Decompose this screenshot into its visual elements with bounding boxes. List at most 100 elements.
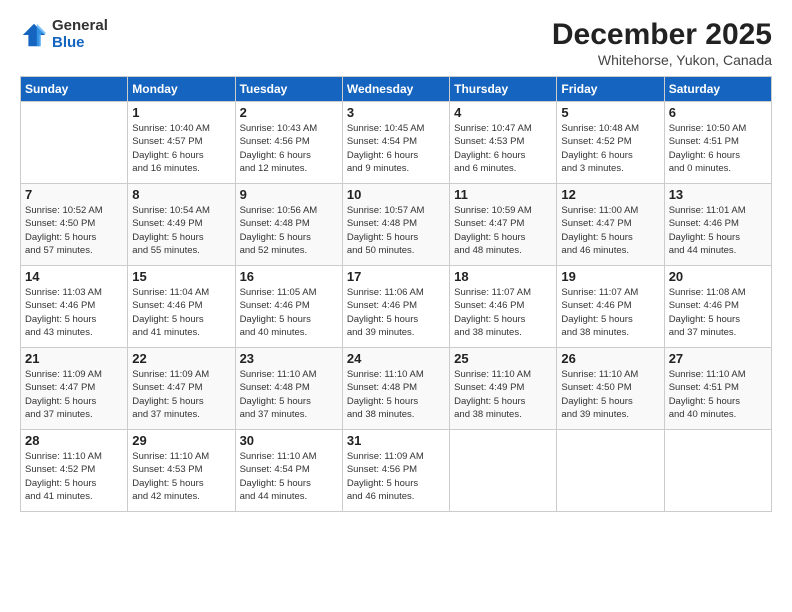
day-number: 18 [454,269,552,284]
day-info: Sunrise: 11:00 AMSunset: 4:47 PMDaylight… [561,204,659,257]
calendar-cell: 18 Sunrise: 11:07 AMSunset: 4:46 PMDaylig… [450,266,557,348]
day-info: Sunrise: 10:59 AMSunset: 4:47 PMDaylight… [454,204,552,257]
location: Whitehorse, Yukon, Canada [552,52,772,68]
day-number: 9 [240,187,338,202]
calendar-cell [557,430,664,512]
calendar-cell: 31 Sunrise: 11:09 AMSunset: 4:56 PMDaylig… [342,430,449,512]
calendar-week-2: 7 Sunrise: 10:52 AMSunset: 4:50 PMDayligh… [21,184,772,266]
calendar-cell: 20Sunrise: 11:08 AMSunset: 4:46 PMDaylig… [664,266,771,348]
day-number: 28 [25,433,123,448]
day-info: Sunrise: 11:09 AMSunset: 4:56 PMDaylight… [347,450,445,503]
day-info: Sunrise: 10:47 AMSunset: 4:53 PMDaylight… [454,122,552,175]
header-row: Sunday Monday Tuesday Wednesday Thursday… [21,77,772,102]
calendar-cell: 1 Sunrise: 10:40 AMSunset: 4:57 PMDayligh… [128,102,235,184]
calendar-cell [450,430,557,512]
logo-blue: Blue [52,34,85,51]
logo-general: General [52,17,108,34]
day-info: Sunrise: 11:10 AMSunset: 4:52 PMDaylight… [25,450,123,503]
day-info: Sunrise: 11:05 AMSunset: 4:46 PMDaylight… [240,286,338,339]
day-number: 7 [25,187,123,202]
day-info: Sunrise: 10:45 AMSunset: 4:54 PMDaylight… [347,122,445,175]
day-number: 30 [240,433,338,448]
day-number: 3 [347,105,445,120]
calendar-cell: 4 Sunrise: 10:47 AMSunset: 4:53 PMDayligh… [450,102,557,184]
col-tuesday: Tuesday [235,77,342,102]
day-info: Sunrise: 11:10 AMSunset: 4:53 PMDaylight… [132,450,230,503]
calendar-cell: 25 Sunrise: 11:10 AMSunset: 4:49 PMDaylig… [450,348,557,430]
logo-text: General Blue [52,18,108,51]
day-number: 11 [454,187,552,202]
calendar-cell: 14Sunrise: 11:03 AMSunset: 4:46 PMDaylig… [21,266,128,348]
day-info: Sunrise: 10:48 AMSunset: 4:52 PMDaylight… [561,122,659,175]
day-info: Sunrise: 10:57 AMSunset: 4:48 PMDaylight… [347,204,445,257]
day-info: Sunrise: 10:40 AMSunset: 4:57 PMDaylight… [132,122,230,175]
day-number: 5 [561,105,659,120]
calendar-cell: 9 Sunrise: 10:56 AMSunset: 4:48 PMDayligh… [235,184,342,266]
col-saturday: Saturday [664,77,771,102]
calendar-cell: 10 Sunrise: 10:57 AMSunset: 4:48 PMDaylig… [342,184,449,266]
day-number: 1 [132,105,230,120]
day-info: Sunrise: 11:07 AMSunset: 4:46 PMDaylight… [561,286,659,339]
day-info: Sunrise: 11:10 AMSunset: 4:50 PMDaylight… [561,368,659,421]
calendar-cell: 6 Sunrise: 10:50 AMSunset: 4:51 PMDayligh… [664,102,771,184]
day-number: 13 [669,187,767,202]
day-number: 6 [669,105,767,120]
calendar-cell: 7 Sunrise: 10:52 AMSunset: 4:50 PMDayligh… [21,184,128,266]
day-number: 10 [347,187,445,202]
calendar-cell: 15 Sunrise: 11:04 AMSunset: 4:46 PMDaylig… [128,266,235,348]
calendar-cell: 3 Sunrise: 10:45 AMSunset: 4:54 PMDayligh… [342,102,449,184]
col-sunday: Sunday [21,77,128,102]
calendar-cell: 16 Sunrise: 11:05 AMSunset: 4:46 PMDaylig… [235,266,342,348]
day-number: 25 [454,351,552,366]
day-info: Sunrise: 11:10 AMSunset: 4:49 PMDaylight… [454,368,552,421]
calendar-cell: 21Sunrise: 11:09 AMSunset: 4:47 PMDaylig… [21,348,128,430]
day-info: Sunrise: 11:04 AMSunset: 4:46 PMDaylight… [132,286,230,339]
day-number: 27 [669,351,767,366]
day-number: 26 [561,351,659,366]
day-number: 22 [132,351,230,366]
day-info: Sunrise: 10:56 AMSunset: 4:48 PMDaylight… [240,204,338,257]
day-number: 19 [561,269,659,284]
day-info: Sunrise: 11:09 AMSunset: 4:47 PMDaylight… [132,368,230,421]
day-number: 4 [454,105,552,120]
day-number: 31 [347,433,445,448]
col-wednesday: Wednesday [342,77,449,102]
calendar-cell: 28 Sunrise: 11:10 AMSunset: 4:52 PMDaylig… [21,430,128,512]
calendar-cell: 22 Sunrise: 11:09 AMSunset: 4:47 PMDaylig… [128,348,235,430]
day-info: Sunrise: 11:06 AMSunset: 4:46 PMDaylight… [347,286,445,339]
col-friday: Friday [557,77,664,102]
day-number: 14 [25,269,123,284]
calendar-cell: 19 Sunrise: 11:07 AMSunset: 4:46 PMDaylig… [557,266,664,348]
day-info: Sunrise: 10:50 AMSunset: 4:51 PMDaylight… [669,122,767,175]
col-monday: Monday [128,77,235,102]
calendar-cell [21,102,128,184]
header: General Blue December 2025 Whitehorse, Y… [20,18,772,68]
calendar-cell: 26 Sunrise: 11:10 AMSunset: 4:50 PMDaylig… [557,348,664,430]
calendar-week-3: 14Sunrise: 11:03 AMSunset: 4:46 PMDaylig… [21,266,772,348]
day-number: 8 [132,187,230,202]
day-number: 24 [347,351,445,366]
day-number: 12 [561,187,659,202]
calendar-cell: 17 Sunrise: 11:06 AMSunset: 4:46 PMDaylig… [342,266,449,348]
title-block: December 2025 Whitehorse, Yukon, Canada [552,18,772,68]
day-info: Sunrise: 10:52 AMSunset: 4:50 PMDaylight… [25,204,123,257]
day-number: 15 [132,269,230,284]
day-info: Sunrise: 11:01 AMSunset: 4:46 PMDaylight… [669,204,767,257]
calendar-cell: 30 Sunrise: 11:10 AMSunset: 4:54 PMDaylig… [235,430,342,512]
day-info: Sunrise: 11:07 AMSunset: 4:46 PMDaylight… [454,286,552,339]
day-number: 20 [669,269,767,284]
col-thursday: Thursday [450,77,557,102]
day-info: Sunrise: 10:54 AMSunset: 4:49 PMDaylight… [132,204,230,257]
calendar-week-5: 28 Sunrise: 11:10 AMSunset: 4:52 PMDaylig… [21,430,772,512]
day-info: Sunrise: 11:10 AMSunset: 4:54 PMDaylight… [240,450,338,503]
day-number: 16 [240,269,338,284]
calendar-cell: 24Sunrise: 11:10 AMSunset: 4:48 PMDaylig… [342,348,449,430]
day-number: 17 [347,269,445,284]
calendar-cell: 13 Sunrise: 11:01 AMSunset: 4:46 PMDaylig… [664,184,771,266]
calendar-cell: 23 Sunrise: 11:10 AMSunset: 4:48 PMDaylig… [235,348,342,430]
day-info: Sunrise: 11:10 AMSunset: 4:48 PMDaylight… [240,368,338,421]
day-number: 2 [240,105,338,120]
logo-icon [20,21,48,49]
calendar-cell: 8 Sunrise: 10:54 AMSunset: 4:49 PMDayligh… [128,184,235,266]
day-number: 23 [240,351,338,366]
